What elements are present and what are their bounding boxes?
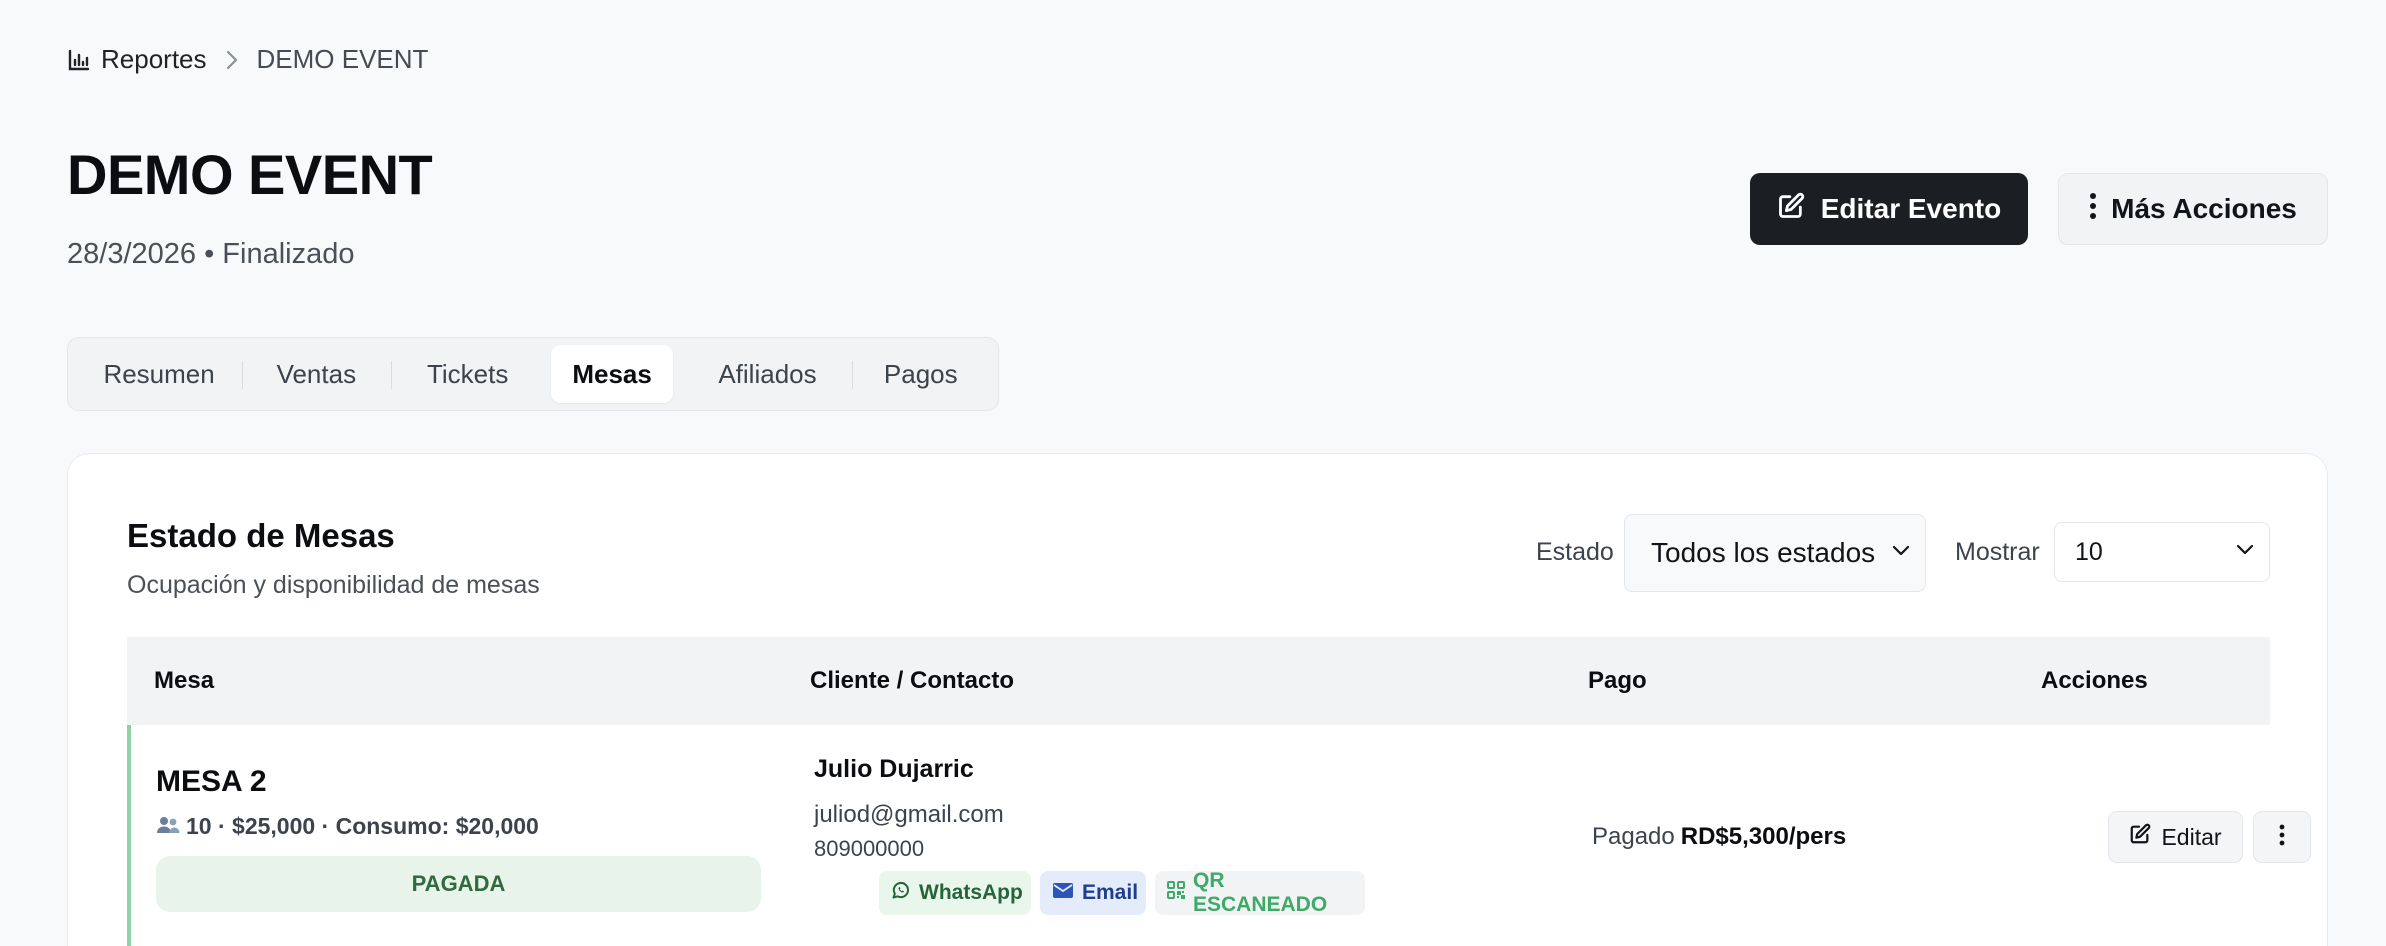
breadcrumb-current: DEMO EVENT — [256, 44, 429, 74]
whatsapp-button[interactable]: WhatsApp — [879, 871, 1031, 915]
edit-icon — [2129, 823, 2151, 851]
more-actions-label: Más Acciones — [2111, 193, 2297, 224]
card-subtitle: Ocupación y disponibilidad de mesas — [127, 571, 540, 599]
page-size-select[interactable]: 10 — [2054, 522, 2270, 582]
client-name: Julio Dujarric — [814, 755, 974, 783]
chevron-down-icon — [2235, 543, 2255, 562]
column-cliente-contacto: Cliente / Contacto — [810, 667, 1015, 694]
table-header: Mesa Cliente / Contacto Pago Acciones — [127, 637, 2270, 725]
kebab-icon — [2279, 824, 2285, 851]
client-phone: 809000000 — [814, 836, 925, 861]
tab-pagos[interactable]: Pagos — [851, 345, 990, 403]
edit-table-label: Editar — [2161, 823, 2222, 850]
qr-icon — [1167, 881, 1185, 905]
payment-amount: RD$5,300/pers — [1680, 823, 1847, 850]
edit-table-button[interactable]: Editar — [2108, 811, 2243, 863]
qr-status-label: QR ESCANEADO — [1193, 869, 1328, 916]
table-details-text: 10 · $25,000 · Consumo: $20,000 — [186, 813, 539, 839]
tab-afiliados[interactable]: Afiliados — [683, 345, 851, 403]
tab-ventas[interactable]: Ventas — [242, 345, 390, 403]
edit-icon — [1777, 192, 1805, 227]
qr-status-badge: QR ESCANEADO — [1155, 869, 1365, 916]
people-icon — [156, 813, 180, 840]
client-email: juliod@gmail.com — [814, 801, 1004, 828]
column-pago: Pago — [1588, 667, 1647, 694]
payment-info: Pagado RD$5,300/pers — [1592, 823, 1846, 851]
card-title: Estado de Mesas — [127, 517, 395, 554]
tab-mesas[interactable]: Mesas — [550, 345, 674, 403]
breadcrumb-reportes-link[interactable]: Reportes — [101, 44, 207, 75]
bar-chart-icon — [67, 48, 91, 72]
edit-event-button[interactable]: Editar Evento — [1750, 173, 2028, 245]
whatsapp-label: WhatsApp — [919, 881, 1023, 904]
page-size-label: Mostrar — [1955, 538, 2040, 566]
payment-label: Pagado — [1592, 823, 1675, 850]
tables-status-card: Estado de Mesas Ocupación y disponibilid… — [67, 453, 2328, 946]
table-details: 10 · $25,000 · Consumo: $20,000 — [156, 813, 539, 840]
email-label: Email — [1082, 881, 1139, 904]
envelope-icon — [1052, 881, 1074, 905]
chevron-down-icon — [1891, 544, 1911, 563]
status-filter-label: Estado — [1536, 538, 1614, 566]
status-filter-select[interactable]: Todos los estados — [1624, 514, 1926, 592]
table-row: MESA 2 10 · $25,000 · Consumo: $20,000 P… — [127, 725, 2311, 946]
table-name: MESA 2 — [156, 765, 267, 798]
page-title: DEMO EVENT — [67, 143, 433, 206]
column-acciones: Acciones — [2041, 667, 2148, 694]
page-size-value: 10 — [2075, 537, 2103, 566]
whatsapp-icon — [891, 880, 911, 906]
column-mesa: Mesa — [154, 667, 215, 694]
email-button[interactable]: Email — [1040, 871, 1146, 915]
tab-tickets[interactable]: Tickets — [390, 345, 545, 403]
breadcrumb: Reportes DEMO EVENT — [67, 44, 428, 75]
row-more-button[interactable] — [2253, 811, 2311, 863]
event-date-status: 28/3/2026 • Finalizado — [67, 238, 355, 270]
tab-bar: Resumen Ventas Tickets Mesas Afiliados P… — [67, 337, 999, 411]
tab-resumen[interactable]: Resumen — [76, 345, 242, 403]
chevron-right-icon — [223, 49, 241, 71]
more-actions-button[interactable]: Más Acciones — [2058, 173, 2328, 245]
status-filter-value: Todos los estados — [1651, 537, 1876, 568]
edit-event-label: Editar Evento — [1820, 193, 2002, 224]
kebab-icon — [2089, 192, 2097, 227]
status-badge: PAGADA — [156, 856, 761, 912]
